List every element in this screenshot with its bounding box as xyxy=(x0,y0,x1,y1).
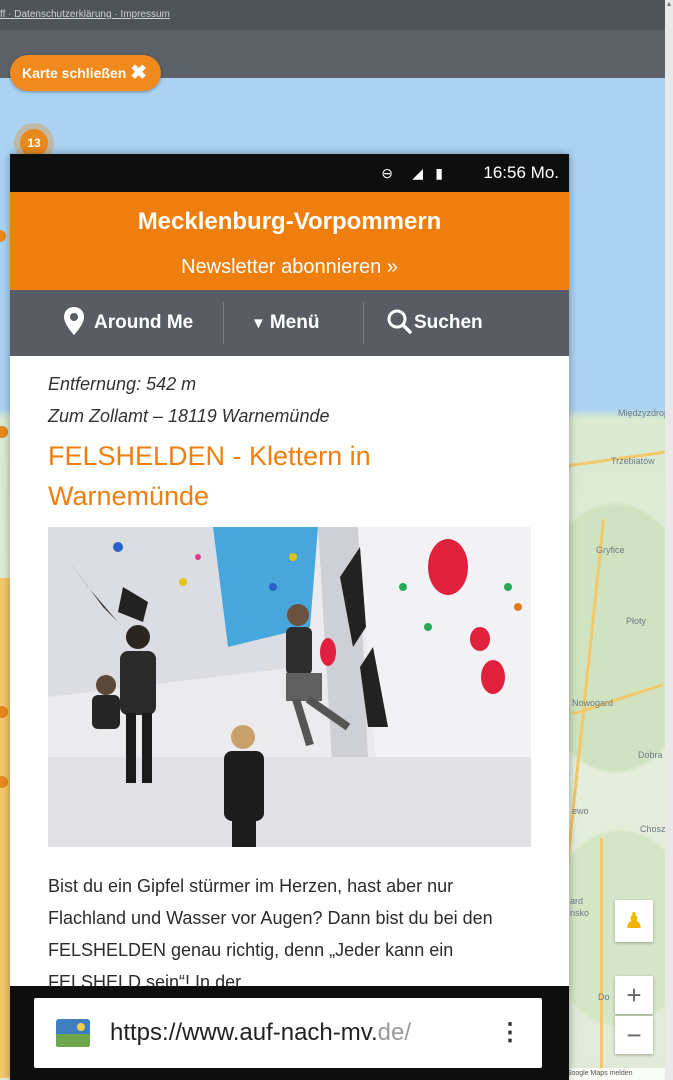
map-road xyxy=(0,578,10,1078)
map-label: ewo xyxy=(572,806,589,816)
menu-button[interactable]: ▼ Menü xyxy=(251,290,319,356)
map-label: Trzebiatów xyxy=(611,456,655,466)
map-footer-link[interactable]: Google Maps melden xyxy=(566,1068,665,1080)
around-me-button[interactable]: Around Me xyxy=(62,290,193,356)
map-label: Międzyzdroje xyxy=(618,408,665,418)
map-label: Płoty xyxy=(626,616,647,626)
listing-distance: Entfernung: 542 m xyxy=(48,374,197,394)
location-pin-icon xyxy=(64,307,84,335)
zoom-in-button[interactable]: + xyxy=(615,976,653,1014)
site-favicon-icon xyxy=(56,1019,90,1047)
around-me-label: Around Me xyxy=(94,312,194,333)
listing-description: Bist du ein Gipfel stürmer im Herzen, ha… xyxy=(48,876,493,992)
map-label: Choszczno xyxy=(640,824,665,834)
phone-screenshot: ⊖ ◢ ▮ 16:56 Mo. Mecklenburg-Vorpommern N… xyxy=(10,154,569,1080)
map-marker[interactable] xyxy=(0,230,6,242)
url-suffix: de/ xyxy=(377,1019,412,1046)
map-marker[interactable] xyxy=(0,426,8,438)
map-label: Do xyxy=(598,992,610,1002)
climbing-gym-illustration xyxy=(48,527,531,847)
nav-divider xyxy=(363,302,364,344)
footer-links[interactable]: ff · Datenschutzerklärung · Impressum xyxy=(0,9,170,20)
close-map-label: Karte schließen xyxy=(22,65,127,81)
zoom-out-button[interactable]: − xyxy=(615,1016,653,1054)
signal-icon: ◢ xyxy=(412,165,423,181)
site-title[interactable]: Mecklenburg-Vorpommern xyxy=(10,208,569,236)
scroll-up-arrow-icon[interactable]: ▲ xyxy=(665,0,673,10)
status-bar: ⊖ ◢ ▮ 16:56 Mo. xyxy=(10,154,569,192)
close-icon: ✖ xyxy=(130,62,148,84)
climbing-gym-photo xyxy=(48,527,531,847)
map-label: Nowogard xyxy=(572,698,614,708)
menu-label: Menü xyxy=(269,312,320,333)
site-header: Mecklenburg-Vorpommern Newsletter abonni… xyxy=(10,192,569,290)
browser-bottom-bar: https://www.auf-nach-mv.de/ ⋮ xyxy=(10,986,569,1080)
map-label: Dobra xyxy=(638,750,663,760)
do-not-disturb-icon: ⊖ xyxy=(381,165,393,181)
map-cluster-marker[interactable]: 13 xyxy=(20,129,48,157)
nav-bar: Around Me ▼ Menü Suchen xyxy=(10,290,569,356)
newsletter-link[interactable]: Newsletter abonnieren » xyxy=(10,256,569,279)
map-label: nsko xyxy=(570,908,590,918)
listing-address: Zum Zollamt – 18119 Warnemünde xyxy=(48,406,330,426)
page-scrollbar[interactable] xyxy=(665,0,673,1080)
search-button[interactable]: Suchen xyxy=(386,290,483,356)
address-bar[interactable]: https://www.auf-nach-mv.de/ ⋮ xyxy=(34,998,542,1068)
map-label: Gryfice xyxy=(596,545,625,555)
search-icon xyxy=(387,309,412,334)
search-label: Suchen xyxy=(414,312,483,333)
status-time: 16:56 Mo. xyxy=(483,163,559,182)
caret-down-icon: ▼ xyxy=(251,315,266,332)
site-top-bar: ff · Datenschutzerklärung · Impressum xyxy=(0,0,665,30)
map-label: ard xyxy=(570,896,584,906)
battery-icon: ▮ xyxy=(435,165,443,181)
more-options-icon[interactable]: ⋮ xyxy=(498,998,522,1068)
url-text: https://www.auf-nach-mv.de/ xyxy=(110,998,411,1068)
close-map-button[interactable]: Karte schließen ✖ xyxy=(10,55,162,91)
map-road xyxy=(600,838,603,1078)
street-view-pegman-icon[interactable]: ♟ xyxy=(615,900,653,942)
url-main: https://www.auf-nach-mv. xyxy=(110,1019,378,1046)
nav-divider xyxy=(223,302,224,344)
listing-title[interactable]: FELSHELDEN - Klettern in Warnemünde xyxy=(48,436,528,516)
